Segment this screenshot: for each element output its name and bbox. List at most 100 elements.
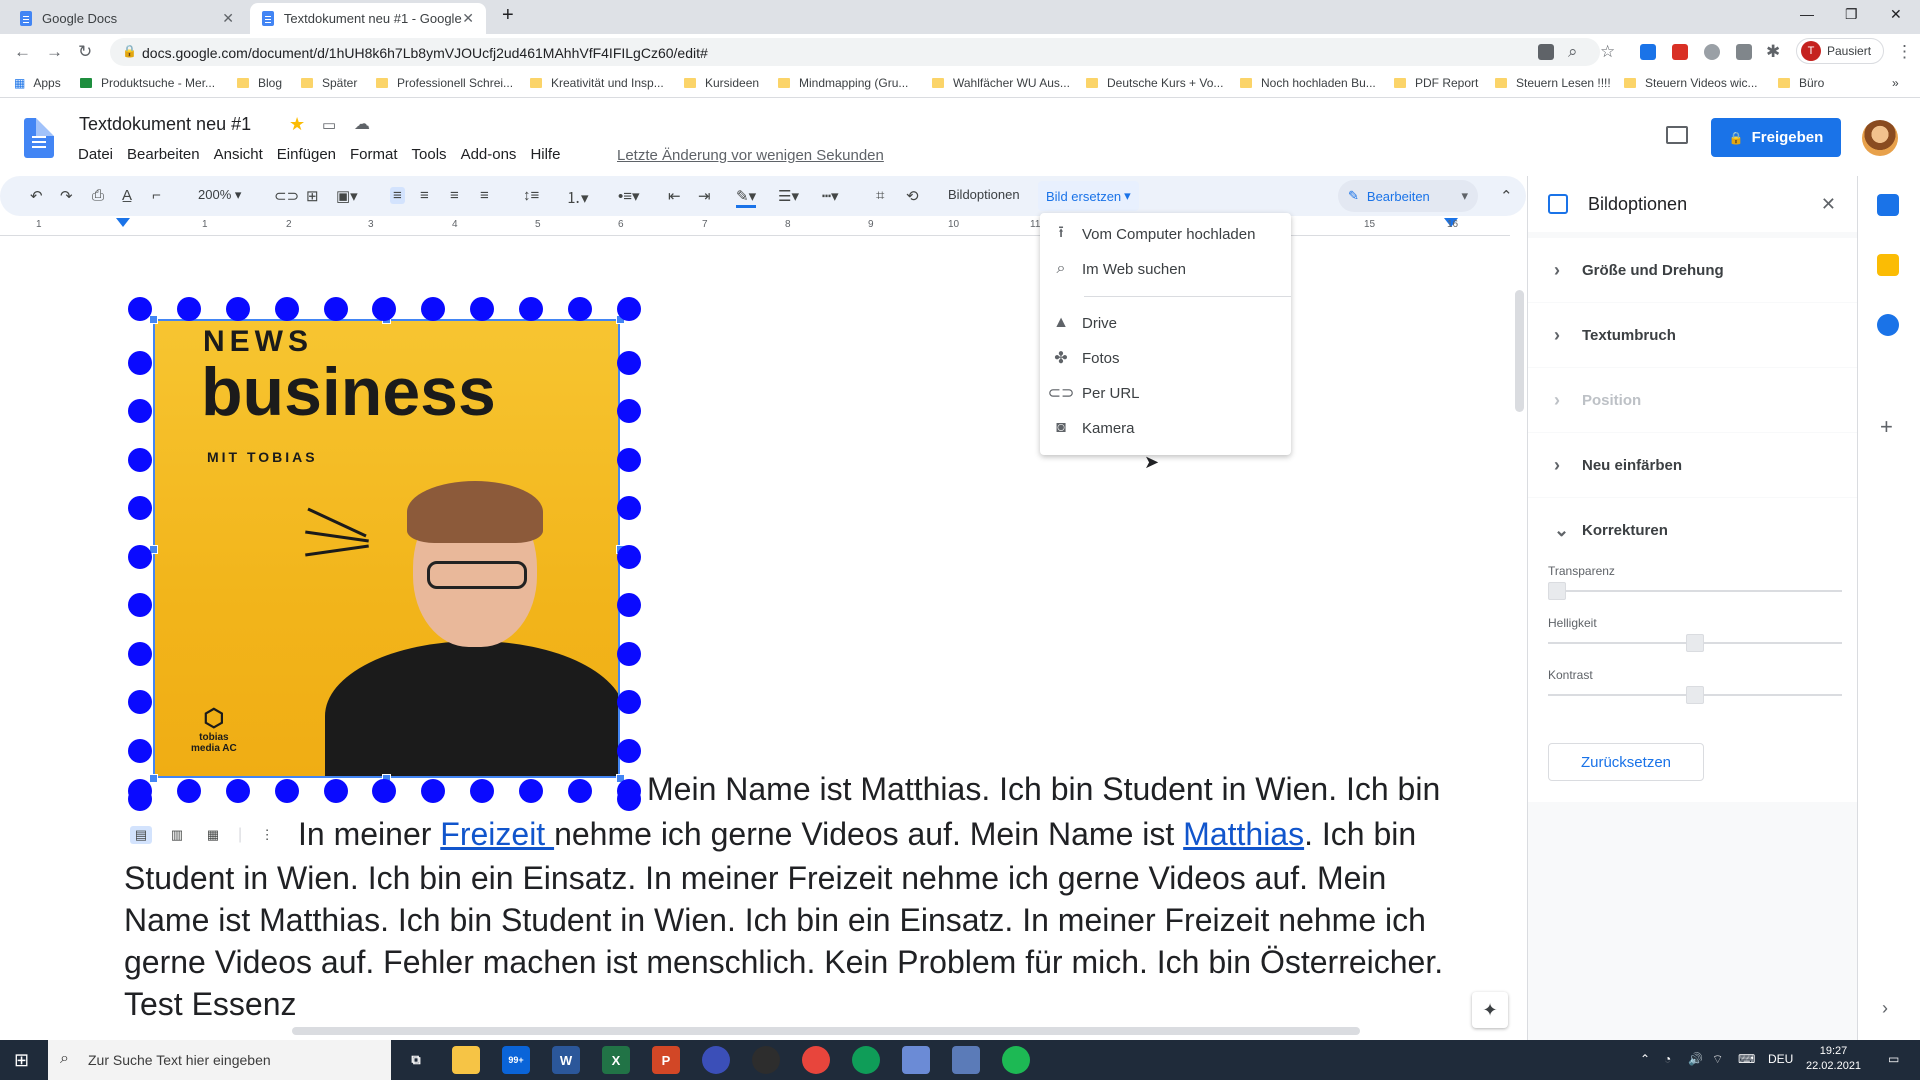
menu-item-upload[interactable]: ⭱ Vom Computer hochladen (1040, 218, 1291, 250)
camera-ext-icon[interactable] (1538, 44, 1554, 60)
bookmark-item[interactable]: Deutsche Kurs + Vo... (1086, 76, 1223, 90)
tasks-icon[interactable] (1877, 314, 1899, 336)
reset-button[interactable]: Zurücksetzen (1548, 743, 1704, 781)
new-tab-button[interactable]: + (502, 4, 514, 27)
section-adjustments[interactable]: ⌄ Korrekturen (1528, 498, 1858, 562)
forward-icon[interactable]: → (46, 42, 63, 62)
language-indicator[interactable]: DEU (1768, 1052, 1793, 1066)
editing-mode-select[interactable]: ✎ Bearbeiten ▾ (1338, 180, 1478, 212)
cloud-status-icon[interactable]: ☁ (354, 114, 370, 134)
bookmark-item[interactable]: Professionell Schrei... (376, 76, 513, 90)
horizontal-scrollbar[interactable] (292, 1027, 1360, 1035)
align-center-icon[interactable]: ≡ (420, 187, 429, 204)
close-icon[interactable]: ✕ (1821, 194, 1836, 215)
brightness-slider-thumb[interactable] (1686, 634, 1704, 652)
grid-extension-icon[interactable] (1736, 44, 1752, 60)
print-icon[interactable]: ⎙ (92, 187, 104, 204)
link-freizeit[interactable]: Freizeit (440, 816, 554, 852)
numbered-list-icon[interactable]: ⒈▾ (566, 187, 589, 208)
add-addon-icon[interactable]: + (1880, 414, 1893, 440)
close-icon[interactable]: ✕ (222, 10, 234, 27)
menu-tools[interactable]: Tools (412, 146, 447, 163)
mail-icon[interactable]: 99+ (502, 1046, 530, 1074)
wrap-inline-icon[interactable]: ▤ (130, 826, 152, 844)
keep-icon[interactable] (1877, 254, 1899, 276)
add-comment-icon[interactable]: ⊞ (306, 187, 319, 205)
spotify-icon[interactable] (1002, 1046, 1030, 1074)
menu-einfuegen[interactable]: Einfügen (277, 146, 336, 163)
browser-menu-icon[interactable]: ⋮ (1896, 42, 1913, 62)
bulleted-list-icon[interactable]: •≡▾ (618, 187, 640, 205)
replace-image-button[interactable]: Bild ersetzen ▾ (1038, 181, 1139, 211)
explore-icon[interactable]: ✦ (1472, 992, 1508, 1028)
volume-icon[interactable]: 🔊 (1688, 1052, 1703, 1066)
powerpoint-icon[interactable]: P (652, 1046, 680, 1074)
section-text-wrap[interactable]: › Textumbruch (1528, 303, 1858, 367)
bookmark-item[interactable]: Wahlfächer WU Aus... (932, 76, 1070, 90)
more-options-icon[interactable]: ⋮ (256, 826, 278, 844)
app-icon[interactable] (702, 1046, 730, 1074)
transparency-slider-track[interactable] (1548, 590, 1842, 592)
section-recolor[interactable]: › Neu einfärben (1528, 433, 1858, 497)
app-icon[interactable] (952, 1046, 980, 1074)
line-spacing-icon[interactable]: ↕≡ (523, 187, 539, 204)
bookmark-item[interactable]: PDF Report (1394, 76, 1478, 90)
move-folder-icon[interactable]: ▭ (322, 116, 336, 134)
bookmark-star-icon[interactable]: ☆ (1600, 42, 1615, 62)
menu-item-camera[interactable]: ◙ Kamera (1040, 412, 1291, 444)
expand-panel-icon[interactable]: › (1882, 998, 1888, 1019)
excel-icon[interactable]: X (602, 1046, 630, 1074)
break-text-icon[interactable]: ▦ (202, 826, 224, 844)
menu-item-drive[interactable]: ▲ Drive (1040, 307, 1291, 339)
notifications-icon[interactable]: ▭ (1888, 1052, 1899, 1066)
insert-link-icon[interactable]: ⊂⊃ (274, 187, 299, 205)
section-size-rotation[interactable]: › Größe und Drehung (1528, 238, 1858, 302)
image-options-button[interactable]: Bildoptionen (948, 187, 1020, 202)
share-button[interactable]: 🔒 Freigeben (1711, 118, 1841, 157)
windows-start-icon[interactable]: ⊞ (14, 1050, 29, 1071)
menu-item-web-search[interactable]: ⌕ Im Web suchen (1040, 253, 1291, 285)
document-text-line[interactable]: Mein Name ist Matthias. Ich bin Student … (647, 771, 1440, 808)
resize-handle[interactable] (149, 774, 158, 783)
bookmark-item[interactable]: Steuern Lesen !!!! (1495, 76, 1611, 90)
zoom-icon[interactable]: ⌕ (1568, 42, 1578, 62)
increase-indent-icon[interactable]: ⇥ (698, 187, 711, 205)
document-text-line[interactable]: In meiner Freizeit nehme ich gerne Video… (124, 813, 1416, 855)
tray-app-icon[interactable]: ◔ (1664, 1052, 1671, 1066)
chrome-icon[interactable] (802, 1046, 830, 1074)
redo-icon[interactable]: ↷ (60, 187, 73, 205)
bookmark-item[interactable]: Kreativität und Insp... (530, 76, 664, 90)
menu-datei[interactable]: Datei (78, 146, 113, 163)
border-dash-icon[interactable]: ┅▾ (822, 187, 839, 205)
resize-handle[interactable] (149, 315, 158, 324)
app-icon[interactable] (902, 1046, 930, 1074)
docs-logo[interactable] (24, 118, 54, 158)
menu-item-photos[interactable]: ✤ Fotos (1040, 342, 1291, 374)
extension-icon[interactable] (1704, 44, 1720, 60)
window-close-button[interactable]: ✕ (1890, 6, 1902, 23)
contrast-slider-thumb[interactable] (1686, 686, 1704, 704)
profile-chip[interactable]: T Pausiert (1796, 38, 1884, 64)
keyboard-icon[interactable]: ⌨ (1738, 1052, 1755, 1066)
tray-up-icon[interactable]: ⌃ (1640, 1052, 1650, 1066)
bookmark-item[interactable]: Noch hochladen Bu... (1240, 76, 1376, 90)
menu-addons[interactable]: Add-ons (461, 146, 517, 163)
align-left-icon[interactable]: ≡ (390, 187, 405, 204)
undo-icon[interactable]: ↶ (30, 187, 43, 205)
reset-image-icon[interactable]: ⟲ (906, 187, 919, 205)
menu-hilfe[interactable]: Hilfe (530, 146, 560, 163)
bookmark-item[interactable]: Steuern Videos wic... (1624, 76, 1758, 90)
edge-icon[interactable] (852, 1046, 880, 1074)
menu-ansicht[interactable]: Ansicht (214, 146, 263, 163)
bookmark-item[interactable]: Büro (1778, 76, 1824, 90)
menu-bearbeiten[interactable]: Bearbeiten (127, 146, 200, 163)
vertical-scrollbar[interactable] (1515, 290, 1524, 412)
reload-icon[interactable]: ↻ (78, 42, 92, 62)
extensions-puzzle-icon[interactable]: ✱ (1766, 42, 1780, 62)
minimize-button[interactable]: — (1800, 6, 1814, 22)
back-icon[interactable]: ← (14, 42, 31, 62)
bookmark-item[interactable]: Später (301, 76, 357, 90)
wrap-text-icon[interactable]: ▥ (166, 826, 188, 844)
zoom-select[interactable]: 200% ▾ (198, 187, 241, 203)
iq-extension-icon[interactable] (1640, 44, 1656, 60)
